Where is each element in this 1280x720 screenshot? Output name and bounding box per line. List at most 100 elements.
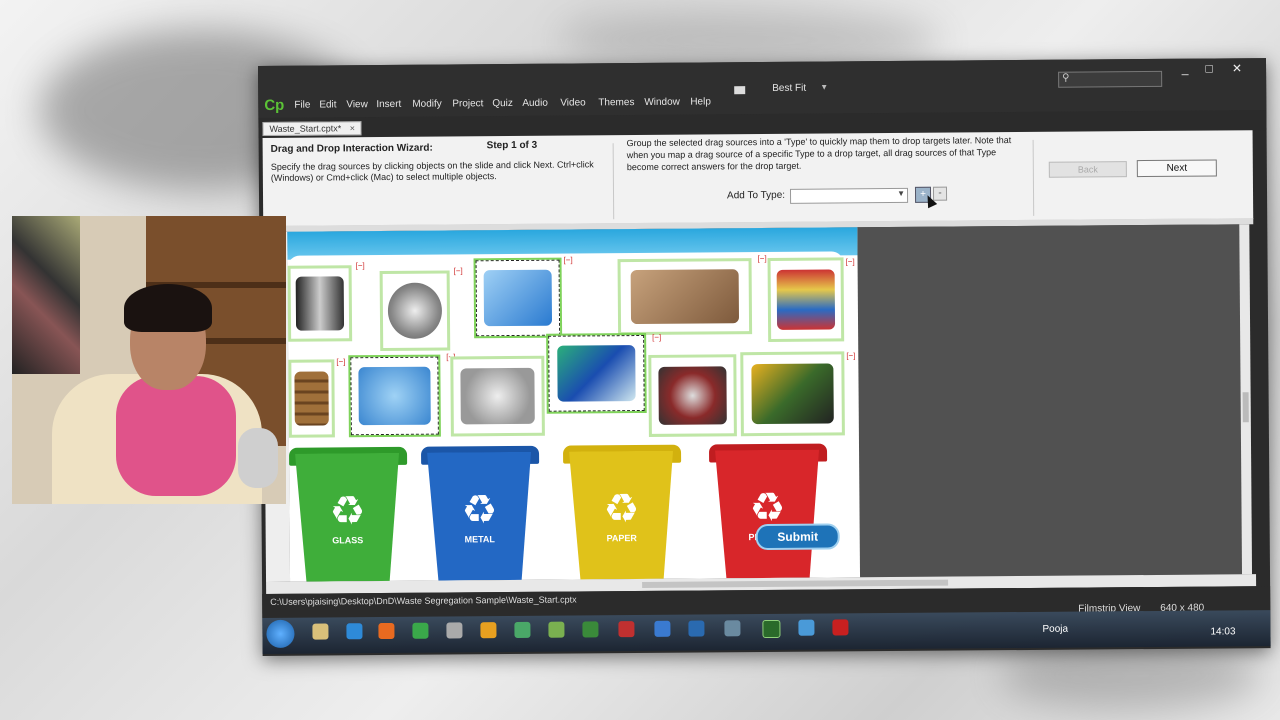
- item-tag: [−]: [845, 257, 855, 267]
- item-tag: [−]: [846, 351, 856, 361]
- app-icon[interactable]: [798, 619, 815, 636]
- scrap-metal-image: [657, 366, 728, 425]
- menu-insert[interactable]: Insert: [376, 99, 401, 110]
- firefox-icon[interactable]: [378, 622, 395, 640]
- drag-item-broken-glass[interactable]: [740, 351, 845, 437]
- recycle-icon: ♻: [749, 485, 786, 531]
- menu-window[interactable]: Window: [644, 97, 680, 108]
- submit-button[interactable]: Submit: [755, 523, 840, 551]
- drag-item-crumpled-paper[interactable]: [450, 355, 545, 437]
- presenter-scarf: [116, 376, 236, 496]
- excel-icon[interactable]: [582, 621, 599, 638]
- close-button[interactable]: ✕: [1228, 61, 1246, 75]
- chevron-down-icon[interactable]: ▼: [820, 83, 828, 92]
- wizard-step: Step 1 of 3: [486, 139, 538, 152]
- file-path: C:\Users\pjaising\Desktop\DnD\Waste Segr…: [270, 594, 577, 607]
- add-to-type-select[interactable]: ▼: [789, 187, 909, 204]
- scroll-thumb[interactable]: [642, 579, 949, 588]
- app-icon[interactable]: [724, 620, 741, 637]
- recycle-icon: ♻: [603, 487, 640, 532]
- webcam-overlay: [12, 216, 286, 504]
- plastic-bag-image: [358, 366, 431, 426]
- drag-item-can-lid[interactable]: [379, 270, 451, 352]
- drag-item-cardboard[interactable]: [617, 258, 753, 336]
- drag-item-mixed-plastic[interactable]: [546, 332, 647, 414]
- item-tag: [−]: [757, 254, 767, 264]
- drop-target-glass-bin[interactable]: ♻ GLASS: [295, 453, 400, 582]
- search-icon: ⚲: [1062, 72, 1070, 84]
- add-to-type-label: Add To Type:: [726, 189, 786, 202]
- dropbox-icon[interactable]: [654, 620, 671, 637]
- presenter-hair: [124, 284, 212, 332]
- ie-icon[interactable]: [346, 623, 363, 640]
- item-tag: [−]: [652, 332, 662, 342]
- close-icon[interactable]: ×: [350, 123, 355, 133]
- menu-quiz[interactable]: Quiz: [492, 98, 513, 109]
- outlook-icon[interactable]: [480, 622, 497, 639]
- menu-view[interactable]: View: [346, 99, 368, 110]
- recycle-icon: ♻: [461, 488, 498, 533]
- background-smoke: [1000, 640, 1260, 710]
- vertical-scrollbar[interactable]: [1239, 224, 1253, 575]
- app-icon[interactable]: [446, 622, 463, 639]
- app-icon[interactable]: [688, 620, 705, 637]
- next-button[interactable]: Next: [1136, 159, 1217, 178]
- start-button[interactable]: [266, 619, 295, 648]
- scroll-thumb[interactable]: [1242, 392, 1249, 423]
- zoom-select[interactable]: Best Fit: [772, 83, 806, 94]
- drag-item-crushed-cans[interactable]: [767, 257, 845, 343]
- drop-target-plastic-bin[interactable]: ♻ PLASTIC: [715, 450, 820, 579]
- biscuits-image: [294, 371, 329, 427]
- drag-item-plastic-bottle[interactable]: [473, 257, 563, 339]
- menu-help[interactable]: Help: [690, 96, 711, 107]
- flash-icon[interactable]: [832, 619, 849, 636]
- bin-label-glass: GLASS: [332, 535, 364, 546]
- mail-icon[interactable]: [734, 86, 746, 95]
- drag-item-plastic-bag[interactable]: [348, 354, 441, 438]
- drop-target-metal-bin[interactable]: ♻ METAL: [427, 452, 532, 581]
- drag-item-bottles[interactable]: [287, 265, 353, 342]
- search-input[interactable]: ⚲: [1058, 70, 1163, 88]
- tab-label: Waste_Start.cptx*: [269, 123, 342, 134]
- recycle-icon: ♻: [329, 489, 366, 534]
- drop-target-paper-bin[interactable]: ♻ PAPER: [569, 451, 674, 580]
- bin-label-paper: PAPER: [606, 533, 637, 544]
- item-tag: [−]: [453, 266, 463, 276]
- bottles-image: [295, 276, 345, 331]
- dnd-wizard-panel: Drag and Drop Interaction Wizard: Step 1…: [262, 130, 1254, 227]
- windows-taskbar: Pooja 14:03: [262, 610, 1271, 654]
- explorer-icon[interactable]: [312, 623, 329, 640]
- back-button[interactable]: Back: [1048, 161, 1127, 178]
- tab-waste-start[interactable]: Waste_Start.cptx* ×: [262, 121, 363, 136]
- menu-themes[interactable]: Themes: [598, 97, 634, 108]
- menu-audio[interactable]: Audio: [522, 98, 548, 109]
- app-icon[interactable]: [514, 621, 531, 639]
- drag-item-biscuits[interactable]: [288, 359, 335, 438]
- slide-canvas: [−] [−] [−] [−] [−] [−] [−] [−] [−] [−]: [287, 227, 861, 582]
- clock[interactable]: 14:03: [1210, 626, 1235, 637]
- menu-modify[interactable]: Modify: [412, 99, 442, 110]
- mixed-plastic-image: [556, 344, 637, 402]
- chrome-icon[interactable]: [412, 622, 429, 639]
- crumpled-paper-image: [460, 367, 535, 425]
- captivate-icon[interactable]: [762, 619, 781, 639]
- menu-project[interactable]: Project: [452, 98, 483, 109]
- item-tag: [−]: [355, 261, 365, 271]
- app-icon[interactable]: [618, 621, 635, 638]
- menu-video[interactable]: Video: [560, 97, 585, 108]
- menu-bar: Cp File Edit View Insert Modify Project …: [258, 58, 1267, 118]
- wall-poster: [12, 216, 80, 374]
- broken-glass-image: [751, 363, 834, 424]
- wizard-help-text: Group the selected drag sources into a '…: [626, 135, 1012, 173]
- menu-edit[interactable]: Edit: [319, 99, 336, 110]
- crushed-cans-image: [776, 269, 836, 330]
- app-icon[interactable]: [548, 621, 565, 638]
- menu-file[interactable]: File: [294, 100, 310, 111]
- tray-user[interactable]: Pooja: [1042, 624, 1068, 635]
- drag-item-scrap-metal[interactable]: [648, 354, 737, 437]
- maximize-button[interactable]: □: [1200, 61, 1218, 76]
- remove-type-button[interactable]: -: [932, 186, 948, 201]
- minimize-button[interactable]: _: [1176, 62, 1194, 76]
- item-tag: [−]: [563, 255, 573, 265]
- captivate-window: Cp File Edit View Insert Modify Project …: [258, 58, 1271, 656]
